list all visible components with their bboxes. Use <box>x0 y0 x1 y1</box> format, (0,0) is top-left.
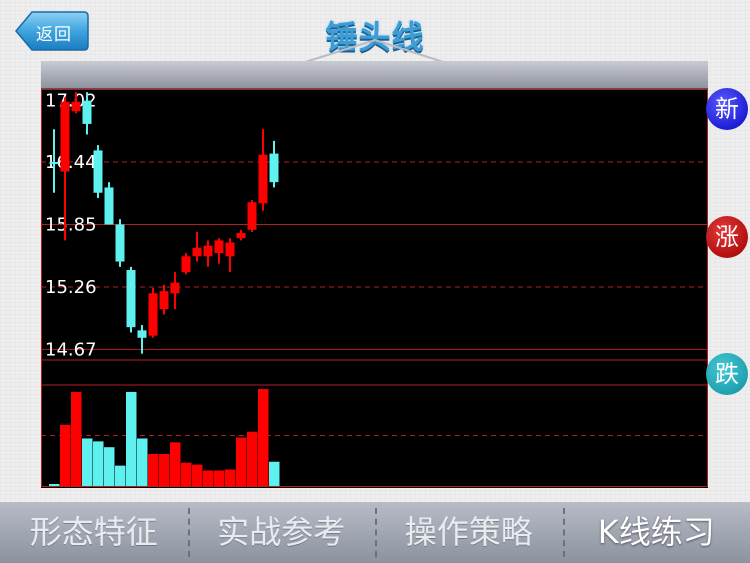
candle-body <box>93 150 103 193</box>
candle-body <box>137 330 147 338</box>
rise-button[interactable]: 涨 <box>706 216 748 258</box>
candle-body <box>192 247 202 257</box>
candle-body <box>225 242 235 257</box>
volume-bar <box>269 461 280 486</box>
candle-body <box>60 101 70 172</box>
volume-bar <box>60 424 71 486</box>
volume-bar <box>115 465 126 486</box>
price-tick-label: 15.85 <box>45 215 97 236</box>
chart-frame <box>41 89 708 487</box>
volume-bar <box>214 470 225 486</box>
candle-body <box>104 187 114 225</box>
price-tick-label: 15.26 <box>45 277 97 298</box>
volume-bar <box>126 391 137 486</box>
tab-kline-practice[interactable]: K线练习 <box>562 502 750 563</box>
candle-body <box>126 270 136 328</box>
candle-body <box>49 162 59 165</box>
volume-bar <box>247 431 258 486</box>
back-button[interactable]: 返回 <box>14 10 89 51</box>
volume-bar <box>159 453 170 486</box>
tab-operation-strategy[interactable]: 操作策略 <box>375 502 563 563</box>
volume-bar <box>93 441 104 486</box>
candle-body <box>115 224 125 262</box>
volume-bar <box>104 447 115 486</box>
fall-button[interactable]: 跌 <box>706 353 748 395</box>
volume-bar <box>137 438 148 486</box>
candle-body <box>269 153 279 183</box>
candlestick-chart: 17.02 16.44 15.85 15.26 14.67 <box>41 89 708 488</box>
volume-bar <box>71 391 82 486</box>
volume-bar <box>192 464 203 486</box>
new-button[interactable]: 新 <box>706 88 748 130</box>
candle-body <box>82 100 92 124</box>
candle-body <box>181 256 191 273</box>
price-tick-label: 14.67 <box>45 339 97 360</box>
volume-bar <box>49 484 60 486</box>
back-label: 返回 <box>36 25 72 45</box>
candle-body <box>159 291 169 310</box>
candle-body <box>247 202 257 230</box>
volume-bar <box>225 469 236 486</box>
tab-practical-reference[interactable]: 实战参考 <box>187 502 376 563</box>
tab-pattern-features[interactable]: 形态特征 <box>0 502 188 563</box>
candle-body <box>71 101 81 112</box>
candle-body <box>236 232 246 239</box>
candle-body <box>148 293 158 336</box>
volume-bar <box>82 438 93 486</box>
volume-bar <box>258 389 269 486</box>
chart-canvas: 17.0216.4415.8515.2614.67 <box>41 89 708 487</box>
candle-body <box>214 240 224 254</box>
volume-bar <box>148 453 159 486</box>
chart-header-bar <box>41 61 708 89</box>
volume-bar <box>236 437 247 486</box>
bottom-tab-bar: 形态特征 实战参考 操作策略 K线练习 <box>0 502 750 563</box>
candle-body <box>170 282 180 294</box>
candle-body <box>258 154 268 204</box>
volume-bar <box>181 462 192 486</box>
candle-body <box>203 245 213 257</box>
volume-bar <box>203 470 214 486</box>
volume-bar <box>170 442 181 486</box>
